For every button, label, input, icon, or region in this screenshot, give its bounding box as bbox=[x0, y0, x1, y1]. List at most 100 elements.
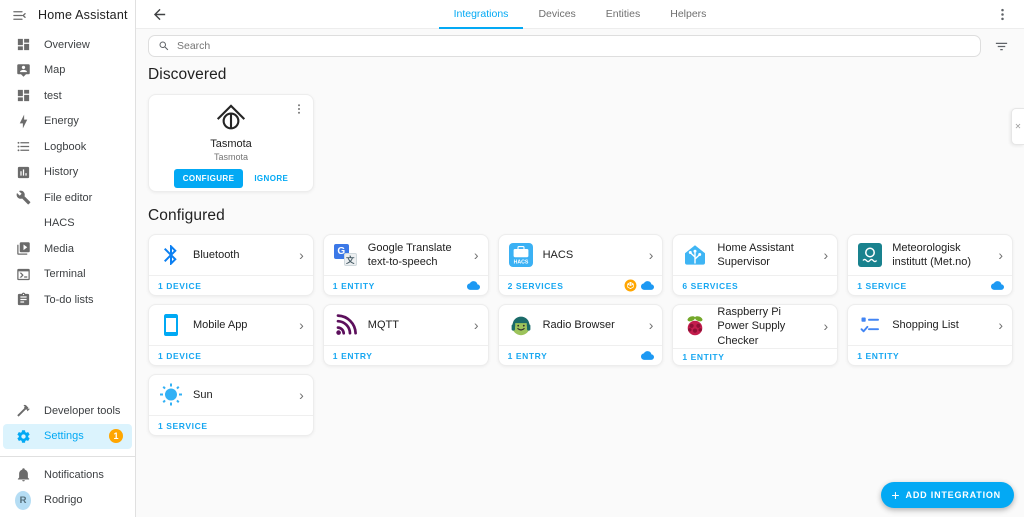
chevron-right-icon[interactable]: › bbox=[295, 247, 308, 263]
sidebar-item-hacs[interactable]: HACS bbox=[3, 211, 132, 237]
integration-card-mobile-app[interactable]: Mobile App › 1 DEVICE bbox=[148, 304, 314, 366]
entity-count-link[interactable]: 6 SERVICES bbox=[682, 281, 829, 291]
search-input[interactable] bbox=[177, 40, 971, 52]
integration-card-raspberry-pi-power-supply-checker[interactable]: Raspberry Pi Power Supply Checker › 1 ENTI… bbox=[672, 304, 839, 366]
sidebar-header: Home Assistant bbox=[0, 0, 135, 30]
back-arrow-icon[interactable] bbox=[149, 4, 169, 24]
chevron-right-icon[interactable]: › bbox=[994, 247, 1007, 263]
entity-count-link[interactable]: 1 SERVICE bbox=[857, 281, 991, 291]
ignore-button[interactable]: IGNORE bbox=[254, 174, 288, 183]
search-row bbox=[148, 35, 1013, 57]
sidebar-item-overview[interactable]: Overview bbox=[3, 32, 132, 58]
avatar: R bbox=[15, 490, 31, 510]
integration-card-home-assistant-supervisor[interactable]: Home Assistant Supervisor › 6 SERVICES bbox=[672, 234, 839, 296]
chevron-right-icon[interactable]: › bbox=[295, 387, 308, 403]
chevron-right-icon[interactable]: › bbox=[645, 247, 658, 263]
integration-name: Google Translate text-to-speech bbox=[367, 241, 452, 268]
lightning-icon bbox=[15, 113, 31, 129]
card-menu-icon[interactable] bbox=[290, 100, 308, 118]
clipboard-icon bbox=[15, 292, 31, 308]
entity-count-link[interactable]: 1 DEVICE bbox=[158, 351, 305, 361]
entity-count-link[interactable]: 1 ENTRY bbox=[333, 351, 480, 361]
terminal-icon bbox=[15, 266, 31, 282]
top-toolbar: Integrations Devices Entities Helpers bbox=[136, 0, 1024, 29]
dashboard-icon bbox=[15, 37, 31, 53]
custom-integration-badge bbox=[624, 279, 637, 292]
integration-card-meteorologisk-institutt-met-no-[interactable]: Meteorologisk institutt (Met.no) › 1 SERVI… bbox=[847, 234, 1013, 296]
entity-count-link[interactable]: 1 ENTITY bbox=[333, 281, 467, 291]
integration-card-hacs[interactable]: HACS HACS › 2 SERVICES bbox=[497, 234, 664, 296]
sidebar-item-test[interactable]: test bbox=[3, 83, 132, 109]
integration-card-shopping-list[interactable]: Shopping List › 1 ENTITY bbox=[847, 304, 1013, 366]
cloud-badge bbox=[641, 349, 655, 362]
chevron-right-icon[interactable]: › bbox=[820, 318, 833, 334]
integration-card-footer: 1 DEVICE bbox=[149, 275, 313, 295]
chevron-right-icon[interactable]: › bbox=[994, 317, 1007, 333]
integration-name: Sun bbox=[193, 388, 213, 401]
discovered-card-tasmota[interactable]: Tasmota Tasmota CONFIGURE IGNORE bbox=[148, 94, 314, 192]
sidebar-item-rodrigo[interactable]: R Rodrigo bbox=[3, 488, 132, 514]
integration-card-header: Home Assistant Supervisor › bbox=[673, 235, 837, 275]
chevron-right-icon[interactable]: › bbox=[645, 317, 658, 333]
entity-count-link[interactable]: 1 ENTRY bbox=[508, 351, 642, 361]
overflow-menu-icon[interactable] bbox=[992, 4, 1012, 24]
integration-card-mqtt[interactable]: MQTT › 1 ENTRY bbox=[322, 304, 489, 366]
sidebar-footer: Notifications R Rodrigo bbox=[0, 456, 135, 517]
integration-card-footer: 1 DEVICE bbox=[149, 345, 313, 365]
integration-card-header: Mobile App › bbox=[149, 305, 313, 345]
sidebar-item-developer-tools[interactable]: Developer tools bbox=[3, 398, 132, 424]
sidebar-item-file-editor[interactable]: File editor bbox=[3, 185, 132, 211]
side-panel-handle[interactable]: ✕ bbox=[1011, 108, 1024, 145]
tab-entities[interactable]: Entities bbox=[591, 0, 655, 29]
entity-count-link[interactable]: 1 SERVICE bbox=[158, 421, 305, 431]
integration-card-header: HACS HACS › bbox=[499, 235, 663, 275]
sidebar-item-logbook[interactable]: Logbook bbox=[3, 134, 132, 160]
sidebar-item-to-do-lists[interactable]: To-do lists bbox=[3, 287, 132, 313]
mobile-app-icon bbox=[158, 312, 184, 338]
entity-count-link[interactable]: 1 ENTITY bbox=[857, 351, 1004, 361]
entity-count-link[interactable]: 2 SERVICES bbox=[508, 281, 625, 291]
sidebar-item-label: To-do lists bbox=[44, 293, 94, 306]
chevron-right-icon[interactable]: › bbox=[470, 317, 483, 333]
sidebar-item-history[interactable]: History bbox=[3, 160, 132, 186]
integration-card-footer: 1 SERVICE bbox=[149, 415, 313, 435]
integration-name: Home Assistant Supervisor bbox=[717, 241, 794, 268]
chevron-right-icon[interactable]: › bbox=[295, 317, 308, 333]
google-translate-icon: G文 bbox=[333, 242, 359, 268]
ha-supervisor-icon bbox=[682, 242, 708, 268]
cloud-badge bbox=[641, 279, 655, 292]
filter-icon[interactable] bbox=[989, 35, 1013, 57]
tab-integrations[interactable]: Integrations bbox=[438, 0, 524, 29]
tab-devices[interactable]: Devices bbox=[523, 0, 590, 29]
integration-card-sun[interactable]: Sun › 1 SERVICE bbox=[148, 374, 314, 436]
integration-card-bluetooth[interactable]: Bluetooth › 1 DEVICE bbox=[148, 234, 314, 296]
sidebar-item-map[interactable]: Map bbox=[3, 58, 132, 84]
tab-helpers[interactable]: Helpers bbox=[655, 0, 721, 29]
chevron-right-icon[interactable]: › bbox=[820, 247, 833, 263]
bell-icon bbox=[15, 467, 31, 483]
entity-count-link[interactable]: 1 ENTITY bbox=[682, 352, 829, 362]
integration-card-radio-browser[interactable]: Radio Browser › 1 ENTRY bbox=[497, 304, 664, 366]
sidebar-item-media[interactable]: Media bbox=[3, 236, 132, 262]
entity-count-link[interactable]: 1 DEVICE bbox=[158, 281, 305, 291]
sidebar-item-energy[interactable]: Energy bbox=[3, 109, 132, 135]
integration-name: MQTT bbox=[367, 318, 399, 331]
sun-icon bbox=[158, 382, 184, 408]
discovered-card-actions: CONFIGURE IGNORE bbox=[173, 169, 289, 188]
integration-card-header: Meteorologisk institutt (Met.no) › bbox=[848, 235, 1012, 275]
configure-button[interactable]: CONFIGURE bbox=[173, 169, 244, 188]
integration-card-google-translate-text-to-speech[interactable]: G 文 Google Translate text-to-speech › 1 ENTI… bbox=[322, 234, 489, 296]
add-integration-button[interactable]: + ADD INTEGRATION bbox=[881, 482, 1014, 508]
none bbox=[15, 215, 31, 231]
sidebar-item-settings[interactable]: Settings 1 bbox=[3, 423, 132, 449]
discovered-card-name: Tasmota bbox=[210, 138, 252, 150]
configured-section-title: Configured bbox=[148, 207, 225, 224]
sidebar-item-label: History bbox=[44, 166, 79, 179]
integration-card-footer: 1 ENTITY bbox=[323, 275, 488, 295]
sidebar-item-label: Logbook bbox=[44, 140, 87, 153]
sidebar-item-notifications[interactable]: Notifications bbox=[3, 462, 132, 488]
sidebar-item-label: Settings bbox=[44, 430, 84, 443]
sidebar-item-terminal[interactable]: Terminal bbox=[3, 262, 132, 288]
sidebar-toggle-icon[interactable] bbox=[11, 7, 27, 23]
chevron-right-icon[interactable]: › bbox=[470, 247, 483, 263]
